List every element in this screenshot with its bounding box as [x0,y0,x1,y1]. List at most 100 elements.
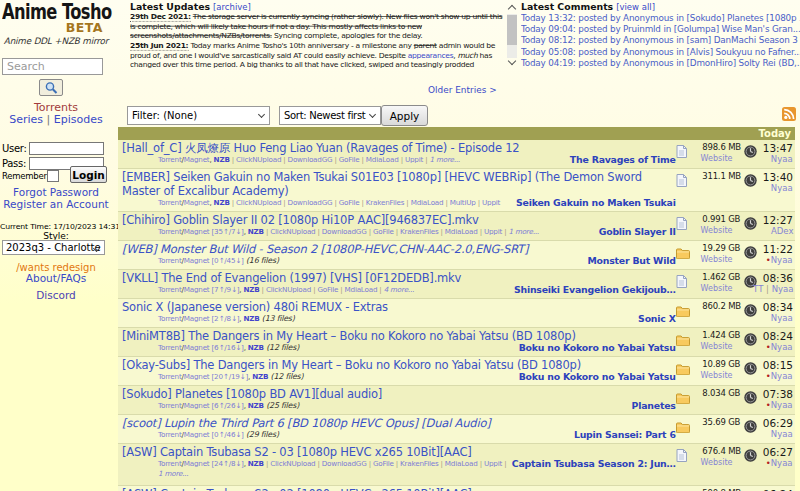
nzb-link[interactable]: NZB [248,402,264,410]
source-link[interactable]: Nyaa [771,400,793,409]
torrent-link[interactable]: Torrent [158,315,182,323]
nzb-link[interactable]: NZB [243,286,259,294]
source-link[interactable]: Nyaa [771,154,793,163]
series-link[interactable]: Captain Tsubasa Season 2: Jun… [512,459,676,468]
archive-link[interactable]: [archive] [213,2,251,11]
nzb-link[interactable]: NZB [248,228,264,236]
forgot-password-link[interactable]: Forgot Password [0,186,112,198]
comment-item[interactable]: Today 13:32: posted by Anonymous in [Sok… [521,13,800,24]
torrent-title-link[interactable]: [VKLL] The End of Evangelion (1997) [VHS… [122,271,670,285]
more-links[interactable]: 1 more... [158,469,188,477]
comment-item[interactable]: Today 08:12: posted by Anonymous in [sam… [521,35,800,46]
website-link[interactable]: Website [700,226,733,235]
torrent-title-link[interactable]: [Okay-Subs] The Dangers in My Heart – Bo… [122,358,670,372]
register-link[interactable]: Register an Account [0,198,112,210]
mirror-link[interactable]: MdiaLoad [345,286,378,294]
torrent-link[interactable]: Torrent [158,460,182,468]
mirror-link[interactable]: ClickNUpload [270,460,315,468]
mirror-link[interactable]: ClickNUpload [266,286,311,294]
nzb-link[interactable]: NZB [248,460,264,468]
torrent-title-link[interactable]: [MiniMT8B] The Dangers in My Heart – Bok… [122,329,670,343]
magnet-link[interactable]: Magnet [184,228,210,236]
magnet-link[interactable]: Magnet [184,402,210,410]
comment-item[interactable]: Today 05:08: posted by Anonymous in [Alv… [521,47,800,58]
mirror-link[interactable]: KrakenFiles [400,460,438,468]
search-button[interactable] [39,79,63,96]
mirror-link[interactable]: GoFile [339,199,360,207]
torrent-title-link[interactable]: [scoot] Lupin the Third Part 6 [BD 1080p… [122,416,670,430]
mirror-link[interactable]: MdiaLoad [445,460,478,468]
comment-item[interactable]: Today 04:19: posted by Anonymous in [Dmo… [521,58,800,69]
source-link[interactable]: Nyaa [771,313,793,322]
mirror-link[interactable]: MdiaLoad [411,199,444,207]
nzb-link[interactable]: NZB [214,199,230,207]
torrent-link[interactable]: Torrent [158,402,182,410]
mirror-link[interactable]: DownloadGG [322,460,367,468]
mirror-link[interactable]: DownloadGG [288,199,333,207]
series-link[interactable]: Monster But Wild [587,256,675,265]
magnet-link[interactable]: Magnet [184,156,210,164]
user-input[interactable] [29,142,104,155]
more-links[interactable]: 1 more... [429,156,459,164]
nzb-link[interactable]: NZB [214,156,230,164]
news-inline-link[interactable]: appearances [408,51,454,60]
torrent-title-link[interactable]: [ASW] Captain Tsubasa S2 - 03 [1080p HEV… [122,445,670,459]
magnet-link[interactable]: Magnet [184,199,210,207]
mirror-link[interactable]: Uppit [484,228,502,236]
nzb-link[interactable]: NZB [252,373,268,381]
torrent-title-link[interactable]: [Chihiro] Goblin Slayer II 02 [1080p Hi1… [122,213,670,227]
magnet-link[interactable]: Magnet [184,431,210,439]
source-link[interactable]: Nyaa [771,255,793,264]
mirror-link[interactable]: DownloadGG [322,228,367,236]
website-link[interactable]: Website [700,255,733,264]
torrent-link[interactable]: Torrent [158,431,182,439]
source-link[interactable]: Nyaa [771,342,793,351]
website-link[interactable]: Website [700,154,733,163]
rss-icon[interactable] [782,106,796,120]
torrent-title-link[interactable]: [EMBER] Seiken Gakuin no Maken Tsukai S0… [122,170,670,198]
series-link[interactable]: Boku no Kokoro no Yabai Yatsu [519,372,676,381]
series-link[interactable]: Seiken Gakuin no Maken Tsukai [516,198,676,207]
mirror-link[interactable]: GoFile [373,460,394,468]
mirror-link[interactable]: ClickNUpload [236,156,281,164]
mirror-link[interactable]: ClickNUpload [270,228,315,236]
mirror-link[interactable]: Uppit [405,156,423,164]
about-faqs-link[interactable]: About/FAQs [0,272,112,284]
style-select[interactable]: 2023q3 - Charlotte [2,240,105,255]
torrent-link[interactable]: Torrent [158,228,182,236]
magnet-link[interactable]: Magnet [184,373,210,381]
torrent-link[interactable]: Torrent [158,373,182,381]
mirror-link[interactable]: KrakenFiles [400,228,438,236]
series-link[interactable]: The Ravages of Time [570,155,676,164]
series-link[interactable]: Lupin Sansei: Part 6 [574,430,676,439]
mirror-link[interactable]: GoFile [339,156,360,164]
torrent-title-link[interactable]: [ASW] Captain Tsubasa S2 - 02 [1080p HEV… [122,487,670,491]
source-link[interactable]: Nyaa [771,458,793,467]
sidebar-item-series[interactable]: Series [9,113,43,126]
filter-select[interactable]: Filter: (None) [127,106,270,125]
mirror-link[interactable]: Uppit [484,460,502,468]
comment-item[interactable]: Today 09:04: posted by Pruinmld in [Golu… [521,24,800,35]
series-link[interactable]: Shinseiki Evangelion Gekijoub… [514,285,676,294]
website-link[interactable]: Website [700,284,733,293]
source-link[interactable]: ADex [771,226,793,235]
torrent-title-link[interactable]: [WEB] Monster But Wild - Season 2 [1080P… [122,242,670,256]
scroll-up-icon[interactable] [508,5,516,13]
view-all-link[interactable]: [view all] [616,2,655,11]
mirror-link[interactable]: DownloadGG [288,156,333,164]
mirror-link[interactable]: GoFile [373,228,394,236]
news-scrollbar[interactable] [506,2,518,68]
series-link[interactable]: Boku no Kokoro no Yabai Yatsu [519,343,676,352]
website-link[interactable]: Website [700,458,733,467]
remember-checkbox[interactable] [47,170,59,182]
apply-button[interactable]: Apply [381,105,428,126]
mirror-link[interactable]: ClickNUpload [236,199,281,207]
magnet-link[interactable]: Magnet [184,257,210,265]
torrent-link[interactable]: Torrent [158,257,182,265]
magnet-link[interactable]: Magnet [184,460,210,468]
nzb-link[interactable]: NZB [243,315,259,323]
torrent-title-link[interactable]: Sonic X (Japanese version) 480i REMUX - … [122,300,670,314]
torrent-link[interactable]: Torrent [158,286,182,294]
search-input[interactable] [2,58,103,75]
source-link[interactable]: Nyaa [771,371,793,380]
